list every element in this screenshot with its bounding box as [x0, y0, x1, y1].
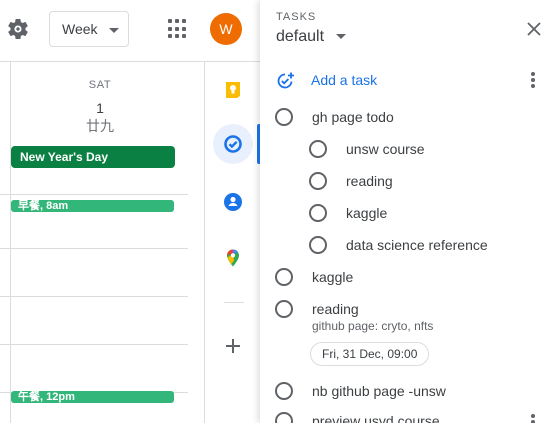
side-panel-rail	[204, 62, 261, 423]
app-root: Week W SAT 1 廿九 New Year's Day 早餐, 8am 午…	[0, 0, 559, 423]
settings-gear-icon[interactable]	[6, 17, 30, 41]
task-complete-checkbox[interactable]	[275, 300, 293, 318]
task-title: reading	[346, 173, 393, 189]
dropdown-caret-icon	[109, 28, 119, 33]
maps-icon	[227, 249, 239, 267]
task-title: kaggle	[346, 205, 388, 221]
tasks-panel: TASKS default Add a task gh page todo un…	[260, 0, 559, 423]
panel-title: TASKS	[276, 11, 317, 23]
day-number[interactable]: 1	[0, 100, 200, 116]
task-more-options-icon[interactable]	[531, 414, 535, 423]
add-task-button[interactable]: Add a task	[260, 62, 559, 98]
plus-icon[interactable]	[221, 334, 245, 358]
task-item[interactable]: kaggle	[260, 261, 559, 291]
maps-app-button[interactable]	[213, 238, 253, 278]
list-dropdown-caret-icon[interactable]	[336, 34, 346, 39]
account-avatar[interactable]: W	[210, 13, 242, 45]
add-task-icon	[277, 72, 294, 89]
task-item[interactable]: preview usyd course	[260, 405, 559, 423]
task-title: preview usyd course	[312, 413, 440, 423]
task-title: nb github page -unsw	[312, 383, 446, 399]
tasks-app-button[interactable]	[213, 124, 253, 164]
task-complete-checkbox[interactable]	[275, 412, 293, 423]
task-complete-checkbox[interactable]	[309, 204, 327, 222]
add-task-label: Add a task	[311, 72, 378, 88]
contacts-app-button[interactable]	[213, 182, 253, 222]
task-title: kaggle	[312, 269, 354, 285]
subtask-item[interactable]: unsw course	[260, 133, 559, 163]
task-complete-checkbox[interactable]	[309, 172, 327, 190]
all-day-event[interactable]: New Year's Day	[11, 146, 175, 168]
keep-app-button[interactable]	[213, 70, 253, 110]
hour-gridline	[0, 296, 188, 297]
subtask-item[interactable]: reading	[260, 165, 559, 195]
google-apps-grid-icon[interactable]	[168, 19, 188, 39]
task-complete-checkbox[interactable]	[275, 268, 293, 286]
keep-icon	[226, 82, 240, 98]
calendar-header: Week W	[0, 0, 260, 62]
view-selector-dropdown[interactable]: Week	[49, 11, 129, 47]
close-icon[interactable]	[525, 20, 543, 38]
calendar-event[interactable]: 午餐, 12pm	[11, 391, 174, 403]
calendar-day-column: SAT 1 廿九 New Year's Day 早餐, 8am 午餐, 12pm	[0, 62, 205, 423]
task-complete-checkbox[interactable]	[309, 140, 327, 158]
hour-gridline	[0, 248, 188, 249]
task-title: unsw course	[346, 141, 425, 157]
more-options-icon[interactable]	[531, 72, 535, 88]
rail-divider	[224, 302, 244, 303]
task-item[interactable]: nb github page -unsw	[260, 375, 559, 405]
view-selector-label: Week	[62, 21, 98, 37]
task-title: gh page todo	[312, 109, 394, 125]
subtask-item[interactable]: kaggle	[260, 197, 559, 227]
task-list-selector[interactable]: default	[276, 28, 324, 46]
task-complete-checkbox[interactable]	[275, 108, 293, 126]
task-item[interactable]: gh page todo	[260, 101, 559, 131]
task-title: reading	[312, 301, 359, 317]
task-complete-checkbox[interactable]	[275, 382, 293, 400]
task-complete-checkbox[interactable]	[309, 236, 327, 254]
lunar-date: 廿九	[86, 118, 114, 134]
task-due-date-chip[interactable]: Fri, 31 Dec, 09:00	[310, 342, 430, 366]
tasks-icon	[224, 135, 242, 153]
day-of-week-label: SAT	[88, 79, 112, 91]
task-notes: github page: cryto, nfts	[312, 319, 434, 333]
subtask-item[interactable]: data science reference	[260, 229, 559, 259]
task-title: data science reference	[346, 237, 488, 253]
calendar-event[interactable]: 早餐, 8am	[11, 200, 174, 212]
contacts-icon	[224, 193, 242, 211]
hour-gridline	[0, 194, 188, 195]
hour-gridline	[0, 344, 188, 345]
